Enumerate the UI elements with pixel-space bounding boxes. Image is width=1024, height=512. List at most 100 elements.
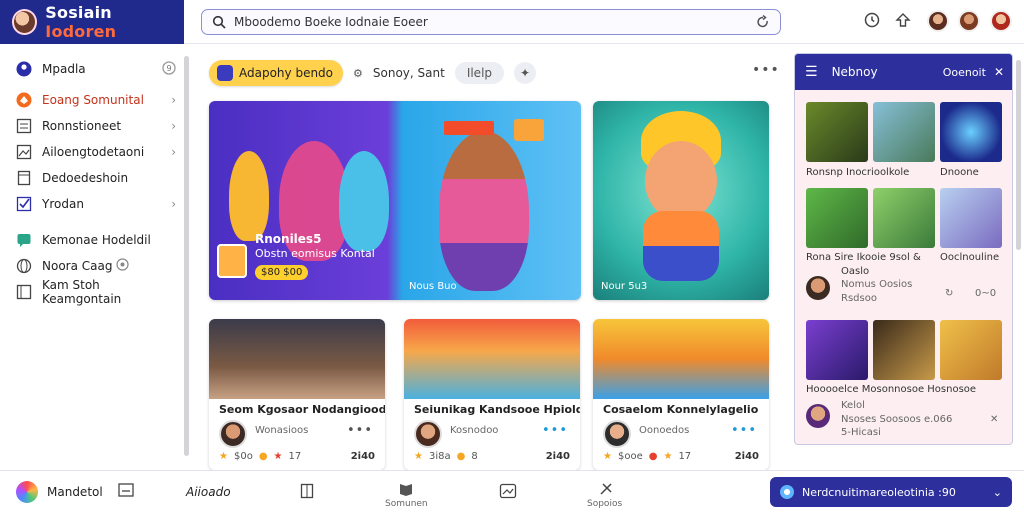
sidebar-item-community[interactable]: Eoang Somunital › [16, 90, 176, 110]
bottom-item[interactable]: Aiioado [186, 485, 231, 499]
brand-logo-icon [12, 9, 38, 35]
star-icon: ★ [603, 451, 612, 462]
minimize-icon[interactable] [118, 483, 134, 501]
right-panel-title: Nebnoy [831, 65, 878, 79]
sidebar-item-list[interactable]: Ronnstioneet › [16, 116, 176, 136]
sidebar-item-globe[interactable]: Noora Caag [16, 256, 176, 276]
avatar[interactable] [958, 10, 980, 32]
card-likes: $0o [233, 451, 253, 462]
media-meta: Kelol [841, 400, 865, 411]
sidebar-item-documents[interactable]: Dedoedeshoin [16, 168, 176, 188]
search-input[interactable] [234, 15, 748, 29]
sidebar-item-label: Yrodan [42, 197, 84, 211]
tools-icon[interactable] [598, 481, 614, 501]
settings-icon[interactable]: ⚙ [353, 67, 363, 80]
banner-price-badge[interactable]: $80 $00 [255, 265, 309, 280]
sidebar-item-profile[interactable]: Mpadla 9 [16, 59, 176, 79]
notification-toast[interactable]: Nerdcnuitimareoleotinia :90 ⌄ [770, 477, 1012, 507]
avatar[interactable] [806, 276, 830, 300]
content-card[interactable]: Seiunikag Kandsooe Hpioldan Kosnodoo •••… [404, 319, 580, 470]
card-title: Seom Kgosaor Nodangioodon [219, 403, 385, 416]
banner-sign [514, 119, 544, 141]
avatar[interactable] [219, 420, 247, 448]
more-options-icon[interactable]: ••• [542, 423, 568, 438]
right-panel-link[interactable]: Ooenoit [943, 66, 986, 79]
community-icon [16, 92, 32, 108]
character-figure [439, 131, 529, 291]
list-icon [16, 118, 32, 134]
media-caption: Ronsnp Inocrioolkole [806, 167, 910, 178]
book-icon[interactable] [398, 481, 414, 501]
content-card[interactable]: Seom Kgosaor Nodangioodon Wonasioos ••• … [209, 319, 385, 470]
avatar[interactable] [806, 404, 830, 428]
sidebar-item-label: Dedoedeshoin [42, 171, 129, 185]
card-stats: ★ 3i8a ● 8 2i40 [414, 451, 570, 462]
more-options-icon[interactable]: ••• [731, 423, 757, 438]
svg-text:9: 9 [166, 64, 171, 73]
character-body [643, 211, 719, 281]
media-meta: 5-Hicasi [841, 427, 881, 438]
brand-name: Sosiain Iodoren [45, 3, 117, 41]
refresh-icon[interactable] [756, 15, 770, 29]
filter-chip-help[interactable]: Ilelp [454, 62, 505, 84]
search-icon [212, 15, 226, 29]
sidebar: Mpadla 9 Eoang Somunital › Ronnstioneet … [0, 44, 188, 470]
sidebar-item-gallery[interactable]: Ailoengtodetaoni › [16, 142, 176, 162]
sidebar-item-library[interactable]: Kam Stoh Keamgontain [16, 278, 176, 306]
avatar[interactable] [990, 10, 1012, 32]
more-options-icon[interactable]: ••• [752, 62, 780, 78]
info-badge-icon [116, 258, 130, 274]
filter-chip-more[interactable]: ✦ [514, 62, 537, 84]
profile-icon [16, 61, 32, 77]
sidebar-item-chat[interactable]: Kemonae Hodeldil [16, 230, 176, 250]
close-icon[interactable]: ✕ [990, 414, 998, 425]
card-thumbnail [404, 319, 580, 399]
featured-banner-main[interactable]: Rnoniles5 Obstn eomisus Kontal $80 $00 N… [209, 101, 581, 300]
media-thumbnail[interactable] [940, 102, 1002, 162]
card-score: 17 [288, 451, 302, 462]
chevron-down-icon[interactable]: ⌄ [993, 486, 1002, 499]
more-options-icon[interactable]: ••• [347, 423, 373, 438]
sidebar-item-label: Kam Stoh Keamgontain [42, 278, 122, 306]
chip-avatar-icon [217, 65, 233, 81]
media-meta: Nomus Oosios [841, 279, 913, 290]
media-thumbnail[interactable] [806, 320, 868, 380]
document-icon [16, 170, 32, 186]
sidebar-item-label: Eoang Somunital [42, 93, 144, 107]
sidebar-item-tasks[interactable]: Yrodan › [16, 194, 176, 214]
library-icon [16, 284, 32, 300]
brand[interactable]: Sosiain Iodoren [0, 0, 184, 44]
filter-chip-primary[interactable]: Adapohy bendo [209, 60, 344, 86]
card-author: Oonoedos [639, 425, 690, 436]
avatar[interactable] [414, 420, 442, 448]
notification-clock-icon[interactable] [863, 12, 881, 30]
search-bar[interactable] [201, 9, 781, 35]
media-thumbnail[interactable] [806, 102, 868, 162]
media-thumbnail[interactable] [940, 188, 1002, 248]
filter-chip-plain[interactable]: Sonoy, Sant [373, 66, 445, 80]
right-panel-header: ☰ Nebnoy Ooenoit ✕ [795, 54, 1012, 90]
media-thumbnail[interactable] [806, 188, 868, 248]
gallery-icon[interactable] [499, 483, 517, 503]
refresh-icon[interactable]: ↻ [945, 288, 953, 299]
media-thumbnail[interactable] [940, 320, 1002, 380]
media-thumbnail[interactable] [873, 320, 935, 380]
media-meta: Rsdsoo [841, 293, 877, 304]
media-caption: Hooooelce Mosonnosoe Hosnosoe [806, 384, 977, 395]
upload-arrow-icon[interactable] [894, 12, 912, 30]
featured-banner-side[interactable]: Nour 5u3 [593, 101, 769, 300]
content-card[interactable]: Cosaelom Konnelylagelio Oonoedos ••• ★ $… [593, 319, 769, 470]
sidebar-scrollbar[interactable] [184, 56, 189, 456]
avatar[interactable] [603, 420, 631, 448]
star-icon: ★ [219, 451, 228, 462]
menu-icon[interactable]: ☰ [805, 64, 818, 80]
card-title: Seiunikag Kandsooe Hpioldan [414, 403, 580, 416]
close-icon[interactable]: ✕ [994, 65, 1004, 79]
app-logo-icon[interactable] [16, 481, 38, 503]
media-thumbnail[interactable] [873, 188, 935, 248]
bookmark-icon[interactable] [300, 483, 314, 503]
bottom-caption: Sopoios [587, 499, 623, 509]
media-thumbnail[interactable] [873, 102, 935, 162]
right-scrollbar[interactable] [1016, 60, 1021, 250]
avatar[interactable] [927, 10, 949, 32]
